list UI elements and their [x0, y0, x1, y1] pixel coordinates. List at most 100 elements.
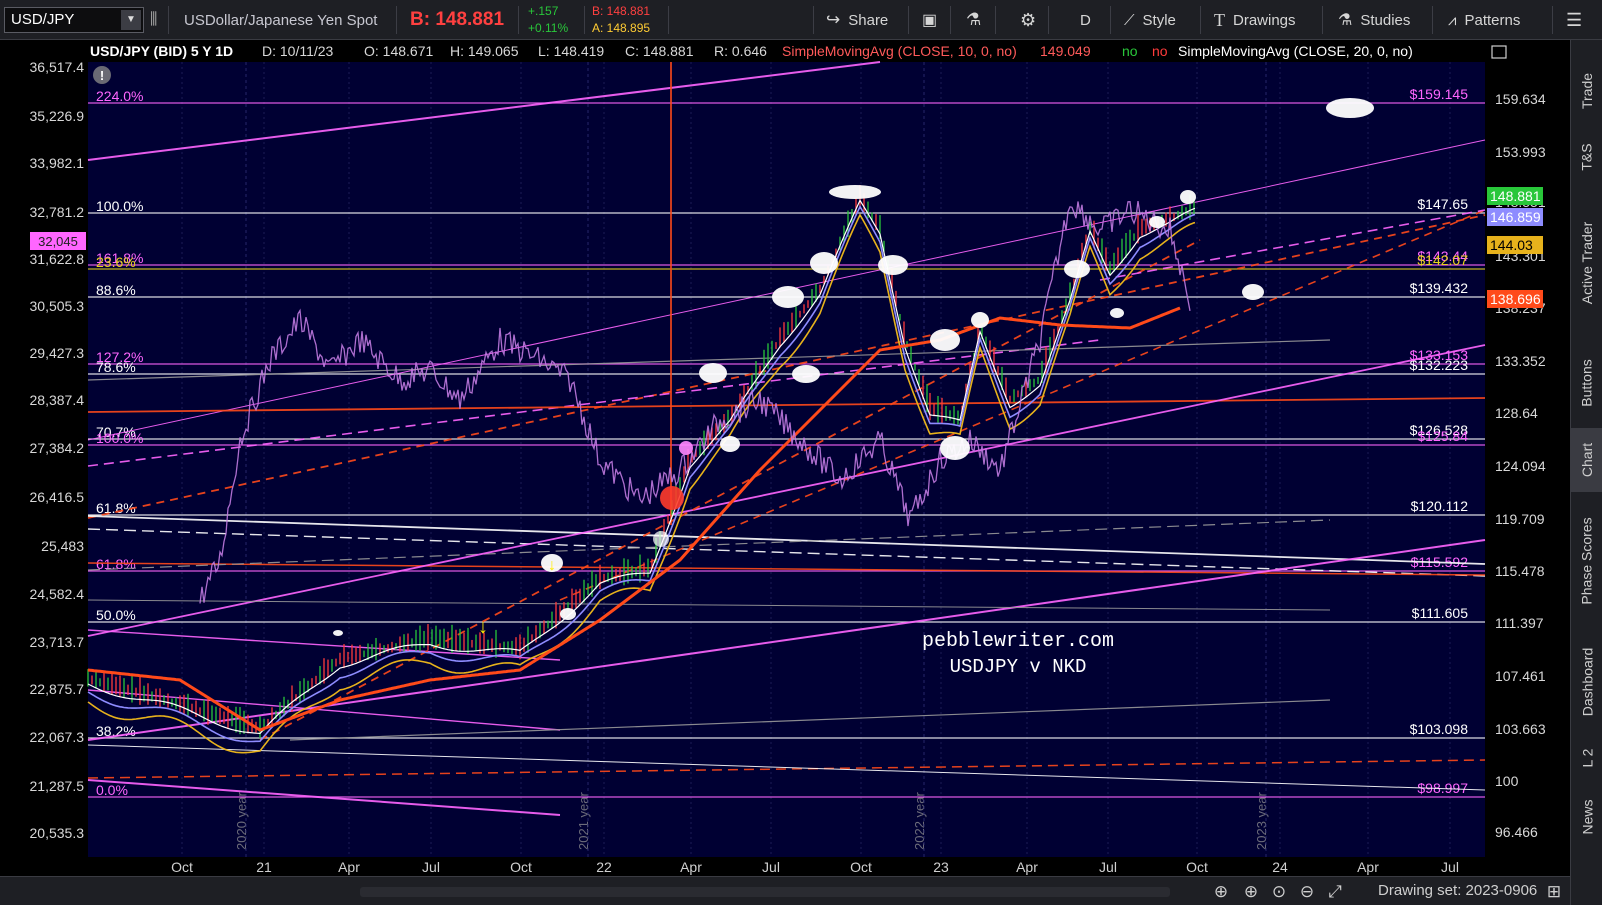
ellipse-marker	[792, 365, 820, 383]
left-axis-tick: 26,416.5	[30, 489, 85, 505]
horizontal-scrollbar[interactable]	[360, 887, 1170, 897]
right-axis-tick: 133.352	[1495, 353, 1546, 369]
right-axis-tick: 153.993	[1495, 144, 1546, 160]
price-badge: 144.03	[1490, 237, 1533, 253]
left-axis-tick: 28,387.4	[30, 392, 85, 408]
right-axis-tick: 124.094	[1495, 458, 1546, 474]
watermark-line2: USDJPY v NKD	[950, 656, 1087, 678]
sidebar-tab-news[interactable]: News	[1571, 782, 1602, 852]
left-axis-tick: 29,427.3	[30, 345, 85, 361]
fib-left-label: 224.0%	[96, 88, 143, 104]
sidebar-tab-trade[interactable]: Trade	[1571, 52, 1602, 130]
drawing-set-label[interactable]: Drawing set: 2023-0906	[1378, 882, 1537, 899]
share-button[interactable]: ↪ Share	[826, 0, 888, 40]
left-axis-tick: 27,384.2	[30, 440, 85, 456]
sidebar-tab-active-trader[interactable]: Active Trader	[1571, 188, 1602, 338]
x-axis-tick: Apr	[1357, 859, 1379, 875]
price-badge: 148.881	[1490, 188, 1541, 204]
net-change: +.157	[528, 4, 559, 18]
x-axis-tick: Oct	[850, 859, 872, 875]
sidebar-tab-label: L 2	[1578, 748, 1595, 768]
app-window: USD/JPY ▼ ⫼ USDollar/Japanese Yen Spot B…	[0, 0, 1602, 905]
left-axis-tick: 24,582.4	[30, 586, 85, 602]
left-axis-tick: 31,622.8	[30, 251, 85, 267]
symbol-input[interactable]: USD/JPY ▼	[4, 7, 144, 33]
info-icon-glyph: !	[100, 68, 104, 83]
bid-ask-block: B: 148.881 A: 148.895	[592, 3, 650, 37]
ellipse-marker	[699, 363, 727, 383]
change-block: +.157 +0.11%	[528, 3, 568, 37]
fib-left-label: 61.8%	[96, 500, 136, 516]
x-axis-tick: 21	[256, 859, 272, 875]
flask-icon[interactable]: ⚗	[966, 0, 981, 40]
ellipse-marker	[1326, 98, 1374, 118]
style-label: Style	[1142, 11, 1176, 29]
ellipse-marker	[772, 286, 804, 308]
style-button[interactable]: ⟋ Style	[1124, 0, 1176, 40]
x-axis-tick: Jul	[422, 859, 440, 875]
right-axis-tick: 128.64	[1495, 405, 1538, 421]
left-axis-tick: 25,483	[41, 538, 84, 554]
ellipse-marker	[560, 608, 576, 620]
year-marker: 2022 year	[912, 792, 927, 850]
price-chart[interactable]: Oct 21 Apr Jul Oct 22 Apr Jul Oct 23 Apr Jul Oct 24 Ap…	[0, 40, 1570, 876]
header-field: SimpleMovingAvg (CLOSE, 20, 0, no)	[1178, 43, 1413, 59]
header-field: H: 149.065	[450, 43, 519, 59]
x-axis-tick: 24	[1272, 859, 1288, 875]
yellow-arrow-icon: ↓	[478, 616, 488, 638]
ellipse-marker	[940, 436, 970, 460]
link-icon[interactable]: ⫼	[150, 0, 157, 40]
grid-icon[interactable]: ⊞	[1543, 881, 1565, 903]
x-axis-tick: Jul	[762, 859, 780, 875]
menu-icon[interactable]: ☰	[1566, 0, 1582, 40]
fib-right-label: $125.84	[1417, 428, 1468, 444]
aggregation-button[interactable]: D	[1080, 0, 1091, 40]
expand-icon[interactable]: ⤢	[1324, 881, 1346, 903]
dropdown-icon[interactable]: ▼	[121, 10, 141, 30]
circle-marker	[653, 531, 669, 547]
x-axis-tick: Oct	[171, 859, 193, 875]
patterns-button[interactable]: ⩘ Patterns	[1448, 0, 1520, 40]
sidebar-tab-t-s[interactable]: T&S	[1571, 130, 1602, 184]
right-axis-tick: 107.461	[1495, 668, 1546, 684]
sidebar-tab-chart[interactable]: Chart	[1571, 428, 1602, 492]
ellipse-marker	[720, 436, 740, 452]
left-axis-tick: 21,287.5	[30, 778, 85, 794]
fib-left-label: 23.6%	[96, 254, 136, 270]
fib-right-label: $139.432	[1410, 280, 1469, 296]
sidebar-tab-buttons[interactable]: Buttons	[1571, 342, 1602, 424]
x-axis-tick: Oct	[510, 859, 532, 875]
drawings-button[interactable]: T Drawings	[1214, 0, 1296, 40]
ellipse-marker	[829, 185, 881, 199]
chart-area[interactable]: Oct 21 Apr Jul Oct 22 Apr Jul Oct 23 Apr Jul Oct 24 Ap…	[0, 40, 1570, 905]
sidebar-tab-label: Active Trader	[1579, 221, 1596, 305]
price-badge: 146.859	[1490, 209, 1541, 225]
sidebar-tab-phase-scores[interactable]: Phase Scores	[1571, 496, 1602, 626]
zoom-search-icon[interactable]: ⊙	[1268, 881, 1290, 903]
ellipse-marker	[971, 312, 989, 328]
ellipse-marker	[333, 630, 343, 636]
patterns-icon: ⩘	[1448, 11, 1457, 29]
ask-small: A: 148.895	[592, 21, 651, 35]
drawings-icon: T	[1214, 9, 1225, 30]
projector-icon[interactable]: ▣	[922, 0, 937, 40]
left-axis-tick: 30,505.3	[30, 298, 85, 314]
left-axis-tick: 23,713.7	[30, 634, 85, 650]
crosshair-icon[interactable]: ⊕	[1240, 881, 1262, 903]
year-marker: 2023 year	[1254, 792, 1269, 850]
header-field: L: 148.419	[538, 43, 604, 59]
zoom-in-icon[interactable]: ⊕	[1210, 881, 1232, 903]
x-axis-tick: Oct	[1186, 859, 1208, 875]
fib-left-label: 78.6%	[96, 359, 136, 375]
fib-right-label: $147.65	[1417, 196, 1468, 212]
gear-icon[interactable]: ⚙	[1020, 0, 1036, 40]
share-icon: ↪	[826, 10, 841, 29]
left-axis-tick: 36,517.4	[30, 59, 85, 75]
x-axis-tick: 22	[596, 859, 612, 875]
studies-button[interactable]: ⚗ Studies	[1338, 0, 1410, 40]
left-axis-tick: 22,067.3	[30, 729, 85, 745]
sidebar-tab-dashboard[interactable]: Dashboard	[1571, 630, 1602, 734]
header-field: D: 10/11/23	[262, 43, 334, 59]
sidebar-tab-l-2[interactable]: L 2	[1571, 738, 1602, 778]
zoom-out-icon[interactable]: ⊖	[1296, 881, 1318, 903]
